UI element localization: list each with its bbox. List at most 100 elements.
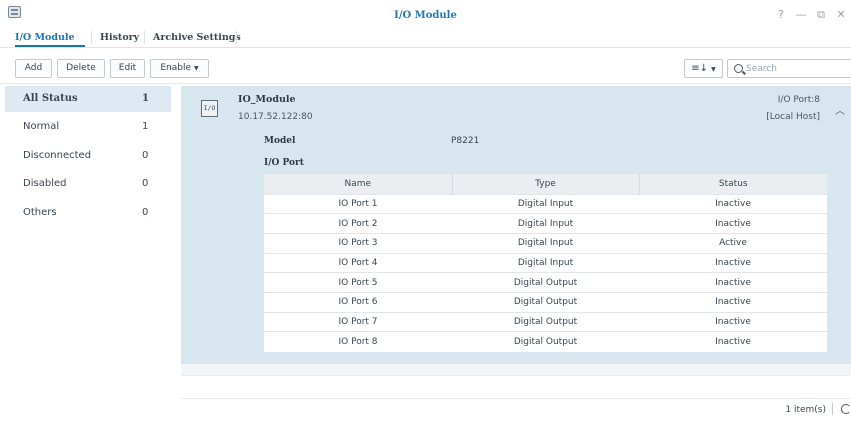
tab-archive-settings[interactable]: Archive Settings: [153, 32, 241, 43]
column-header-status: Status: [639, 174, 827, 194]
port-status: Inactive: [639, 311, 827, 332]
sidebar-item-normal[interactable]: Normal 1: [5, 114, 171, 140]
port-type: Digital Output: [452, 291, 639, 313]
device-name: IO_Module: [238, 94, 296, 105]
port-type: Digital Input: [452, 232, 639, 254]
port-name: IO Port 8: [264, 331, 452, 352]
sort-icon: ≡↓: [691, 63, 709, 74]
model-value: P8221: [451, 136, 480, 146]
port-type: Digital Input: [452, 252, 639, 273]
sidebar-item-count: 0: [142, 150, 149, 161]
add-button[interactable]: Add: [15, 59, 52, 78]
table-row: IO Port 6 Digital Output Inactive: [264, 291, 827, 313]
window-controls: ? — ⧉ ✕: [771, 8, 851, 22]
table-row: IO Port 2 Digital Input Inactive: [264, 213, 827, 234]
port-type: Digital Input: [452, 193, 639, 214]
io-port-section-label: I/O Port: [264, 158, 304, 168]
search-icon: [734, 64, 743, 73]
sidebar-item-disabled[interactable]: Disabled 0: [5, 171, 171, 197]
enable-button-label: Enable: [160, 63, 192, 73]
port-name: IO Port 3: [264, 232, 452, 254]
port-name: IO Port 1: [264, 193, 452, 214]
table-row: IO Port 7 Digital Output Inactive: [264, 311, 827, 332]
port-name: IO Port 2: [264, 213, 452, 234]
port-status: Inactive: [639, 331, 827, 352]
table-row: IO Port 8 Digital Output Inactive: [264, 331, 827, 352]
enable-dropdown-button[interactable]: Enable ▼: [150, 59, 209, 78]
device-port-count: I/O Port:8: [777, 95, 820, 105]
device-list: I/O IO_Module 10.17.52.122:80 I/O Port:8…: [181, 86, 851, 418]
tab-divider: [144, 31, 145, 44]
footer-bar: 1 item(s): [181, 398, 851, 418]
window-title: I/O Module: [394, 10, 457, 21]
active-tab-indicator: [15, 45, 85, 47]
table-row: IO Port 5 Digital Output Inactive: [264, 272, 827, 293]
sidebar-item-others[interactable]: Others 0: [5, 200, 171, 226]
io-port-table: Name Type Status IO Port 1 Digital Input…: [264, 174, 827, 352]
table-row: IO Port 4 Digital Input Inactive: [264, 252, 827, 273]
minimize-icon[interactable]: —: [791, 8, 811, 21]
title-bar: I/O Module ? — ⧉ ✕: [0, 0, 851, 27]
edit-button-label: Edit: [118, 63, 137, 73]
port-name: IO Port 7: [264, 311, 452, 332]
sidebar-item-count: 0: [142, 178, 149, 189]
help-icon[interactable]: ?: [771, 8, 791, 21]
port-status: Inactive: [639, 193, 827, 214]
port-name: IO Port 6: [264, 291, 452, 313]
sort-button[interactable]: ≡↓ ▼: [684, 59, 723, 78]
sidebar-item-count: 1: [142, 93, 149, 104]
list-divider: [181, 364, 851, 376]
toolbar: Add Delete Edit Enable ▼ ≡↓ ▼: [0, 57, 851, 84]
port-type: Digital Output: [452, 272, 639, 293]
device-ip-address: 10.17.52.122:80: [238, 112, 313, 122]
sidebar-item-all-status[interactable]: All Status 1: [5, 86, 171, 112]
model-label: Model: [264, 136, 296, 146]
port-status: Inactive: [639, 213, 827, 234]
port-name: IO Port 5: [264, 272, 452, 293]
delete-button-label: Delete: [66, 63, 96, 73]
port-status: Inactive: [639, 291, 827, 313]
edit-button[interactable]: Edit: [110, 59, 145, 78]
table-row: IO Port 1 Digital Input Inactive: [264, 193, 827, 214]
item-count: 1 item(s): [785, 405, 826, 415]
port-name: IO Port 4: [264, 252, 452, 273]
sidebar-item-label: Disconnected: [23, 150, 92, 161]
tab-history[interactable]: History: [100, 32, 139, 43]
chevron-up-icon[interactable]: ︿: [835, 102, 845, 117]
delete-button[interactable]: Delete: [57, 59, 105, 78]
maximize-icon[interactable]: ⧉: [811, 8, 831, 22]
tab-divider: [236, 31, 237, 44]
add-button-label: Add: [24, 63, 43, 73]
sidebar-item-label: Normal: [23, 121, 60, 132]
sidebar-item-count: 1: [142, 121, 149, 132]
search-box[interactable]: [727, 59, 851, 78]
tab-io-module[interactable]: I/O Module: [15, 32, 75, 43]
port-status: Inactive: [639, 272, 827, 293]
sidebar-item-count: 0: [142, 207, 149, 218]
status-filter-sidebar: All Status 1 Normal 1 Disconnected 0 Dis…: [5, 86, 171, 416]
sidebar-item-disconnected[interactable]: Disconnected 0: [5, 143, 171, 169]
port-type: Digital Output: [452, 311, 639, 332]
port-type: Digital Output: [452, 331, 639, 352]
port-type: Digital Input: [452, 213, 639, 234]
device-host: [Local Host]: [766, 112, 820, 122]
close-icon[interactable]: ✕: [831, 8, 851, 21]
table-row: IO Port 3 Digital Input Active: [264, 232, 827, 254]
chevron-down-icon: ▼: [194, 65, 199, 72]
table-header-row: Name Type Status: [264, 174, 827, 194]
sidebar-item-label: All Status: [23, 93, 78, 104]
device-card[interactable]: I/O IO_Module 10.17.52.122:80 I/O Port:8…: [181, 86, 851, 364]
chevron-down-icon: ▼: [711, 66, 716, 73]
tab-bar: I/O Module History Archive Settings: [0, 27, 851, 48]
column-header-name: Name: [264, 174, 453, 194]
sidebar-item-label: Disabled: [23, 178, 67, 189]
refresh-icon[interactable]: [841, 404, 851, 414]
tab-divider: [91, 31, 92, 44]
sidebar-item-label: Others: [23, 207, 57, 218]
column-header-type: Type: [452, 174, 640, 194]
port-status: Active: [639, 232, 827, 254]
footer-divider: [832, 403, 833, 415]
search-input[interactable]: [746, 61, 846, 76]
port-status: Inactive: [639, 252, 827, 273]
io-module-icon: I/O: [201, 100, 218, 117]
